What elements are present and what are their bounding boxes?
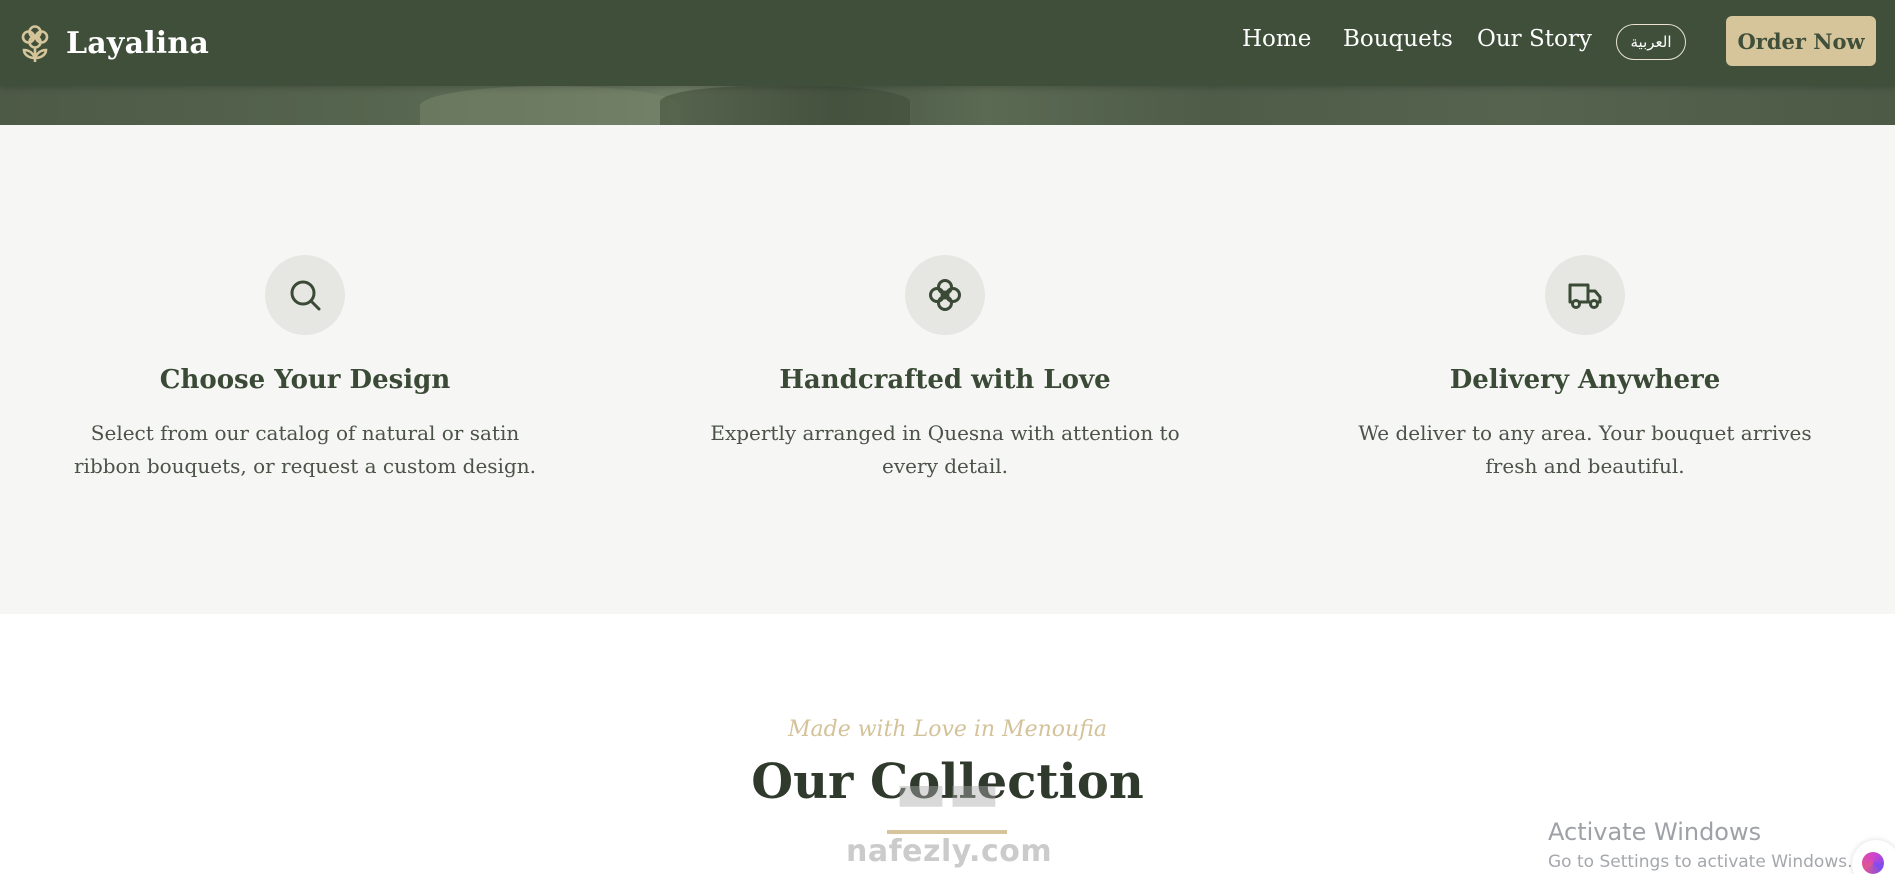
- watermark-text: nafezly.com: [846, 834, 1053, 869]
- navbar: Layalina Home Bouquets Our Story العربية…: [0, 0, 1895, 86]
- activate-windows-title: Activate Windows: [1548, 818, 1762, 846]
- feature-icon-circle: [1545, 255, 1625, 335]
- feature-description: Select from our catalog of natural or sa…: [73, 421, 536, 478]
- section-subtitle: Made with Love in Menoufia: [787, 717, 1108, 742]
- hero-foliage: [420, 86, 680, 126]
- nav-link-our-story[interactable]: Our Story: [1477, 26, 1592, 52]
- activate-windows-subtitle: Go to Settings to activate Windows.: [1548, 852, 1853, 872]
- feature-description: We deliver to any area. Your bouquet arr…: [1358, 421, 1812, 478]
- feature-description: Expertly arranged in Quesna with attenti…: [710, 421, 1180, 478]
- brand-logo-link[interactable]: Layalina: [18, 18, 209, 68]
- feature-icon-circle: [265, 255, 345, 335]
- feature-title: Choose Your Design: [159, 365, 451, 395]
- brain-icon: [1862, 852, 1884, 874]
- flower-icon: [929, 279, 961, 311]
- feature-icon-circle: [905, 255, 985, 335]
- truck-icon: [1568, 283, 1602, 309]
- language-toggle-button[interactable]: العربية: [1616, 24, 1686, 60]
- flower-logo-icon: [21, 25, 49, 62]
- order-now-button[interactable]: Order Now: [1726, 16, 1876, 66]
- features-section: Choose Your Design Select from our catal…: [0, 125, 1895, 614]
- feature-title: Handcrafted with Love: [779, 365, 1111, 395]
- hero-foliage-shadow: [660, 86, 910, 126]
- brand-name: Layalina: [66, 25, 210, 61]
- nav-link-bouquets[interactable]: Bouquets: [1343, 26, 1453, 52]
- feature-title: Delivery Anywhere: [1449, 365, 1721, 395]
- nav-link-home[interactable]: Home: [1242, 26, 1311, 52]
- search-icon: [290, 280, 321, 311]
- watermark-logo: ▬▬: [894, 760, 1001, 825]
